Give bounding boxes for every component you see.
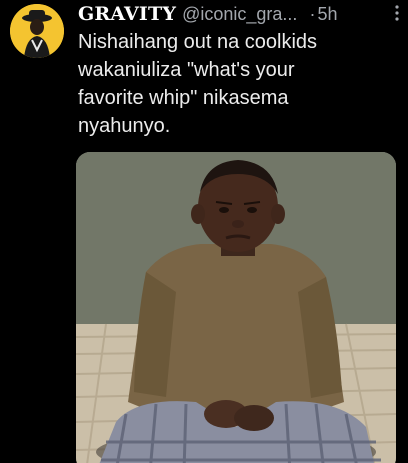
avatar-illustration — [10, 4, 64, 58]
photo-boy-sitting — [76, 152, 396, 463]
tweet-timestamp[interactable]: 5h — [317, 4, 337, 25]
tweet-header: GRAVITY @iconic_gra... · 5h — [78, 2, 400, 26]
author-display-name[interactable]: GRAVITY — [78, 3, 176, 25]
tweet[interactable]: GRAVITY @iconic_gra... · 5h Nishaihang o… — [0, 0, 408, 463]
author-handle[interactable]: @iconic_gra... — [182, 4, 297, 25]
header-separator: · — [309, 3, 316, 24]
tweet-media-photo[interactable] — [76, 152, 396, 463]
tweet-text: Nishaihang out na coolkids wakaniuliza "… — [78, 31, 318, 137]
author-avatar[interactable] — [10, 4, 64, 58]
more-vertical-icon[interactable] — [388, 2, 406, 24]
